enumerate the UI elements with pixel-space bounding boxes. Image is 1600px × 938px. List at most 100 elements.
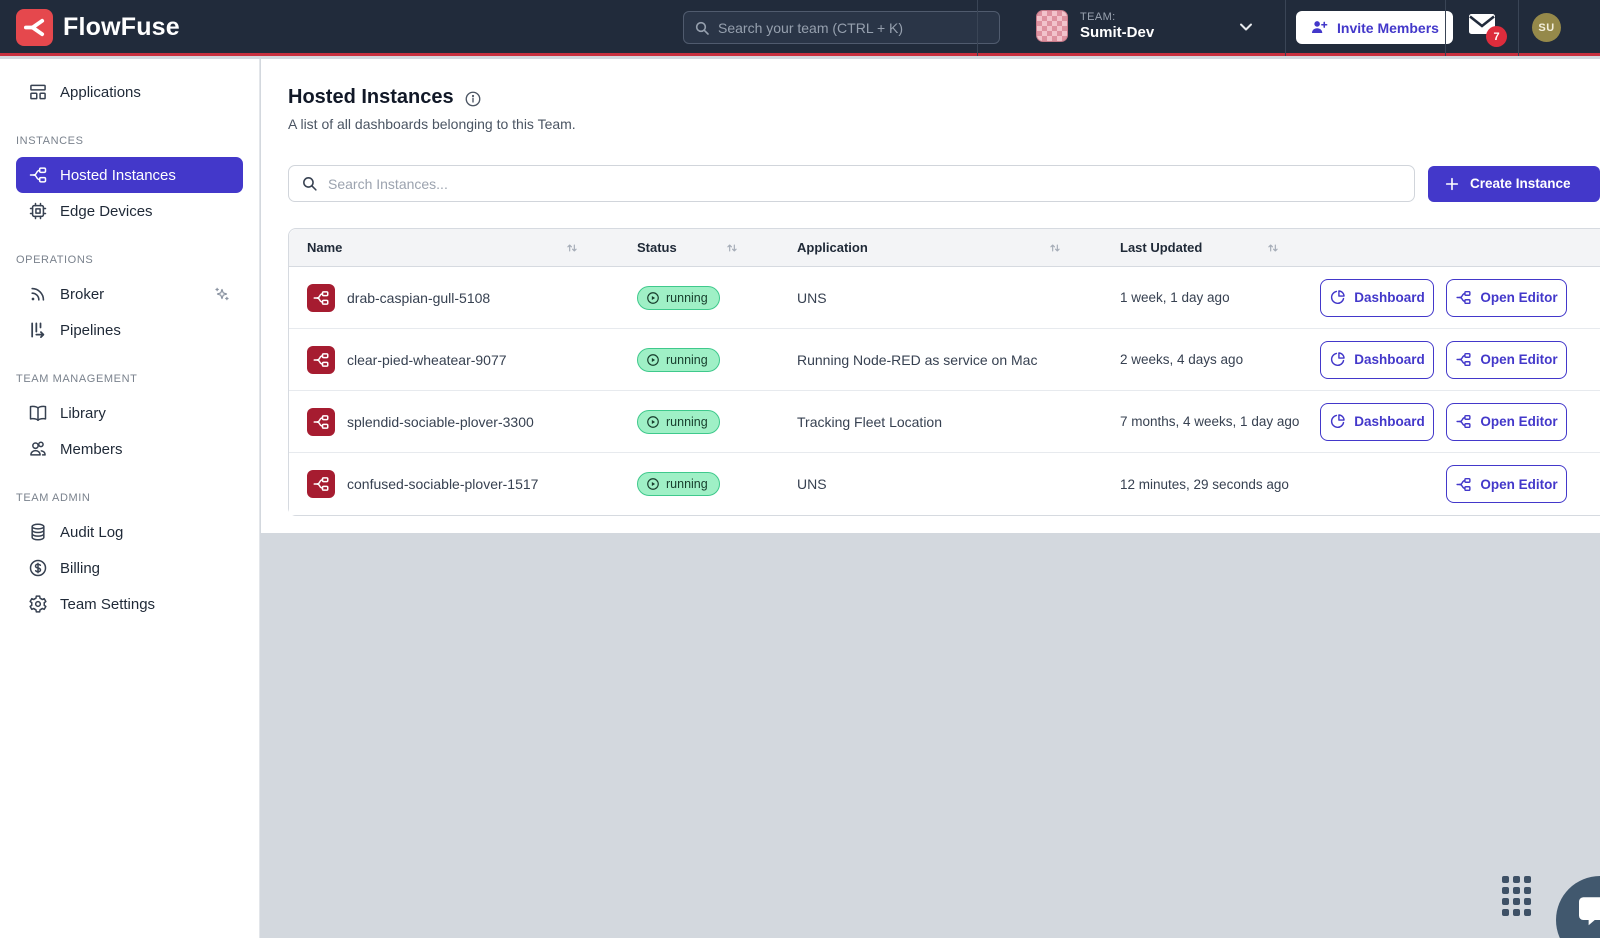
node-red-icon [1455,413,1472,430]
audit-log-icon [28,522,48,542]
sidebar-item-label: Hosted Instances [60,167,176,184]
column-header-status[interactable]: Status [619,229,779,266]
play-circle-icon [646,353,660,367]
play-circle-icon [646,477,660,491]
broker-icon [28,284,48,304]
navbar-divider [1285,0,1286,56]
team-selector[interactable]: TEAM: Sumit-Dev [1036,10,1154,42]
library-icon [28,403,48,423]
sidebar-section-instances: INSTANCES [16,135,243,147]
sort-icon[interactable] [725,241,739,255]
sidebar-item-hosted-instances[interactable]: Hosted Instances [16,157,243,193]
sidebar-item-label: Pipelines [60,322,121,339]
instances-table: Name Status Application Last Updated [288,228,1600,516]
hosted-instances-panel: Hosted Instances A list of all dashboard… [261,59,1600,533]
members-icon [28,439,48,459]
user-plus-icon [1310,18,1329,37]
open-editor-button[interactable]: Open Editor [1446,465,1567,503]
column-header-last-updated[interactable]: Last Updated [1102,229,1320,266]
table-header-row: Name Status Application Last Updated [289,229,1600,267]
open-editor-button[interactable]: Open Editor [1446,403,1567,441]
sidebar-item-library[interactable]: Library [16,395,243,431]
create-instance-label: Create Instance [1470,176,1571,191]
dashboard-button[interactable]: Dashboard [1320,341,1434,379]
hosted-instances-icon [28,165,48,185]
node-red-icon [1455,351,1472,368]
sidebar-item-label: Broker [60,286,104,303]
column-header-name[interactable]: Name [289,229,619,266]
chat-drag-handle[interactable] [1502,876,1531,916]
sort-icon[interactable] [1266,241,1280,255]
status-badge: running [637,410,720,434]
billing-icon [28,558,48,578]
dashboard-button[interactable]: Dashboard [1320,279,1434,317]
table-row[interactable]: clear-pied-wheatear-9077 running Running… [289,329,1600,391]
invite-members-button[interactable]: Invite Members [1296,11,1453,44]
sidebar-item-applications[interactable]: Applications [16,74,243,110]
open-editor-button[interactable]: Open Editor [1446,341,1567,379]
sidebar-item-team-settings[interactable]: Team Settings [16,586,243,622]
sidebar-item-label: Library [60,405,106,422]
team-search-input[interactable] [718,20,989,36]
status-badge: running [637,348,720,372]
chevron-down-icon[interactable] [1236,17,1256,42]
status-badge: running [637,472,720,496]
pipelines-icon [28,320,48,340]
info-icon[interactable] [464,90,482,108]
sidebar-item-members[interactable]: Members [16,431,243,467]
page-title: Hosted Instances [288,86,454,109]
sidebar-section-operations: OPERATIONS [16,254,243,266]
brand-name: FlowFuse [63,13,180,42]
main-area: Hosted Instances A list of all dashboard… [261,59,1600,938]
flowfuse-logo-icon [16,9,53,46]
notifications-button[interactable]: 7 [1468,13,1502,43]
instances-search-box[interactable] [288,165,1415,202]
navbar-divider [1445,0,1446,56]
last-updated: 7 months, 4 weeks, 1 day ago [1102,414,1320,429]
table-row[interactable]: confused-sociable-plover-1517 running UN… [289,453,1600,515]
status-badge: running [637,286,720,310]
play-circle-icon [646,415,660,429]
column-label: Name [307,240,342,255]
sidebar-item-label: Applications [60,84,141,101]
pie-chart-icon [1329,413,1346,430]
table-row[interactable]: drab-caspian-gull-5108 running UNS 1 wee… [289,267,1600,329]
navbar-divider [977,0,978,56]
page-subtitle: A list of all dashboards belonging to th… [288,116,1600,132]
last-updated: 12 minutes, 29 seconds ago [1102,477,1320,492]
sidebar-item-audit-log[interactable]: Audit Log [16,514,243,550]
instance-name: clear-pied-wheatear-9077 [347,352,507,368]
sidebar-item-label: Team Settings [60,596,155,613]
sidebar-item-billing[interactable]: Billing [16,550,243,586]
node-red-icon [307,408,335,436]
flowfuse-logo[interactable]: FlowFuse [16,9,180,46]
column-label: Application [797,240,868,255]
team-name: Sumit-Dev [1080,24,1154,42]
create-instance-button[interactable]: Create Instance [1428,166,1600,202]
sidebar-section-team-admin: TEAM ADMIN [16,492,243,504]
sidebar-item-broker[interactable]: Broker [16,276,243,312]
plus-icon [1444,176,1460,192]
last-updated: 1 week, 1 day ago [1102,290,1320,305]
column-header-application[interactable]: Application [779,229,1102,266]
sidebar-item-label: Members [60,441,123,458]
sort-icon[interactable] [1048,241,1062,255]
sort-icon[interactable] [565,241,579,255]
sidebar-section-team-management: TEAM MANAGEMENT [16,373,243,385]
column-header-actions [1320,229,1600,266]
sidebar-item-edge-devices[interactable]: Edge Devices [16,193,243,229]
sidebar: Applications INSTANCES Hosted Instances … [0,59,260,938]
sidebar-item-pipelines[interactable]: Pipelines [16,312,243,348]
notification-badge: 7 [1486,26,1507,47]
team-settings-icon [28,594,48,614]
column-label: Last Updated [1120,240,1202,255]
open-editor-button[interactable]: Open Editor [1446,279,1567,317]
application-name: Tracking Fleet Location [779,414,1102,430]
play-circle-icon [646,291,660,305]
table-row[interactable]: splendid-sociable-plover-3300 running Tr… [289,391,1600,453]
instances-search-input[interactable] [328,176,1402,192]
user-avatar[interactable]: SU [1532,13,1561,42]
node-red-icon [1455,289,1472,306]
team-search-box[interactable] [683,11,1000,44]
dashboard-button[interactable]: Dashboard [1320,403,1434,441]
